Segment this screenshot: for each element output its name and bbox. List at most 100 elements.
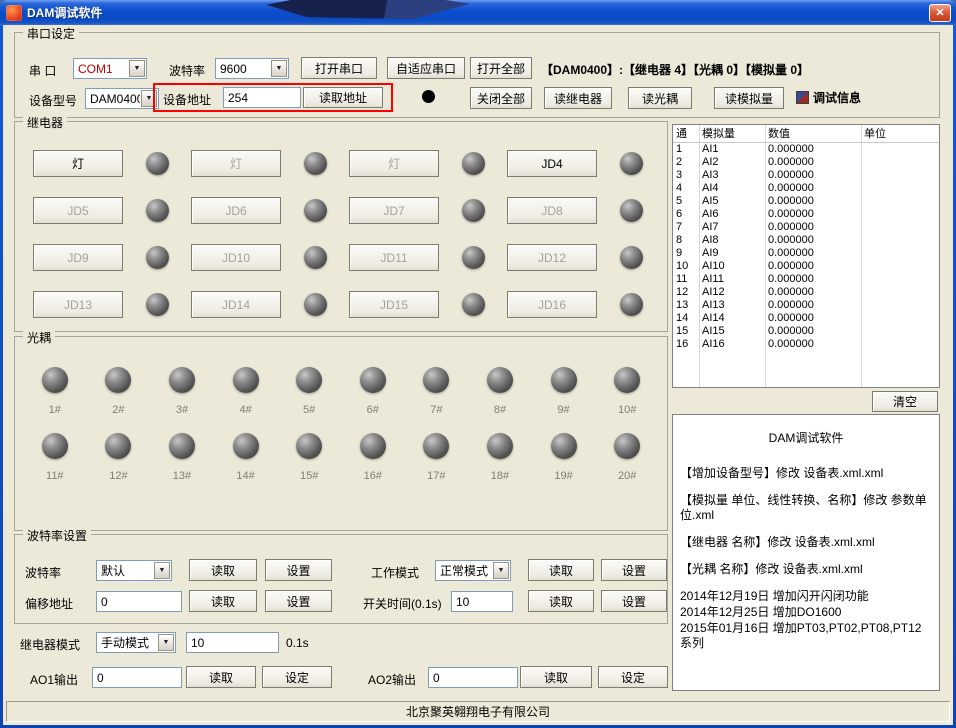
model-select[interactable]: DAM0400 ▼: [85, 88, 159, 109]
workmode-value: 正常模式: [440, 562, 488, 579]
relay-cell: JD16: [501, 281, 659, 328]
relay-led-4: [620, 152, 643, 175]
switch-time-read-button[interactable]: 读取: [528, 590, 594, 612]
offset-set-button[interactable]: 设置: [265, 590, 332, 612]
switch-time-input[interactable]: [451, 591, 513, 612]
read-relay-button[interactable]: 读继电器: [544, 87, 612, 109]
opto-label-18: 18#: [491, 470, 509, 482]
dropdown-arrow-icon[interactable]: ▼: [158, 634, 174, 651]
dropdown-arrow-icon[interactable]: ▼: [271, 60, 287, 77]
close-button[interactable]: ✕: [929, 4, 951, 22]
adaptive-serial-button[interactable]: 自适应串口: [387, 57, 465, 79]
relay-button-9[interactable]: JD9: [33, 244, 123, 271]
serial-group-title: 串口设定: [23, 25, 79, 42]
relay-button-10[interactable]: JD10: [191, 244, 281, 271]
opto-label-8: 8#: [494, 404, 506, 416]
opto-label-7: 7#: [430, 404, 442, 416]
relay-button-12[interactable]: JD12: [507, 244, 597, 271]
com-port-value: COM1: [78, 62, 113, 76]
opto-label-14: 14#: [236, 470, 254, 482]
baud-select[interactable]: 9600 ▼: [215, 58, 289, 79]
relay-button-5[interactable]: JD5: [33, 197, 123, 224]
open-serial-button[interactable]: 打开串口: [301, 57, 377, 79]
opto-cell: 10#: [595, 367, 659, 416]
read-opto-button[interactable]: 读光耦: [628, 87, 692, 109]
ao2-read-button[interactable]: 读取: [520, 666, 592, 688]
device-address-input[interactable]: [223, 87, 301, 108]
baud-settings-title: 波特率设置: [23, 527, 91, 544]
ao2-input[interactable]: [428, 667, 518, 688]
clear-button[interactable]: 清空: [872, 391, 938, 412]
ao1-set-button[interactable]: 设定: [262, 666, 332, 688]
relay-button-11[interactable]: JD11: [349, 244, 439, 271]
relay-led-16: [620, 293, 643, 316]
relay-time-input[interactable]: [186, 632, 279, 653]
relay-led-13: [146, 293, 169, 316]
opto-cell: 19#: [532, 433, 596, 482]
analog-table-body: 1AI10.0000002AI20.0000003AI30.0000004AI4…: [673, 142, 939, 351]
com-port-select[interactable]: COM1 ▼: [73, 58, 147, 79]
read-address-button[interactable]: 读取地址: [303, 87, 383, 108]
close-all-button[interactable]: 关闭全部: [470, 87, 532, 109]
analog-row: 12AI120.000000: [673, 286, 939, 299]
opto-led-19: [551, 433, 577, 459]
opto-cell: 1#: [23, 367, 87, 416]
debug-info-button[interactable]: 调试信息: [796, 89, 861, 106]
relay-led-10: [304, 246, 327, 269]
titlebar[interactable]: DAM调试软件 ✕: [0, 0, 956, 25]
offset-read-button[interactable]: 读取: [189, 590, 257, 612]
relay-cell: JD13: [27, 281, 185, 328]
workmode-set-button[interactable]: 设置: [601, 559, 667, 581]
relay-button-7[interactable]: JD7: [349, 197, 439, 224]
relay-group: 继电器 灯灯灯JD4JD5JD6JD7JD8JD9JD10JD11JD12JD1…: [14, 121, 668, 332]
relay-cell: JD12: [501, 234, 659, 281]
analog-row: 14AI140.000000: [673, 312, 939, 325]
relay-button-13[interactable]: JD13: [33, 291, 123, 318]
relay-button-1[interactable]: 灯: [33, 150, 123, 177]
switch-time-set-button[interactable]: 设置: [601, 590, 667, 612]
open-all-button[interactable]: 打开全部: [470, 57, 532, 79]
ao1-input[interactable]: [92, 667, 182, 688]
relay-cell: JD14: [185, 281, 343, 328]
opto-label-1: 1#: [49, 404, 61, 416]
baud-read-button[interactable]: 读取: [189, 559, 257, 581]
relay-mode-select[interactable]: 手动模式 ▼: [96, 632, 176, 653]
info-log: 2015年01月16日 增加PT03,PT02,PT08,PT12系列: [680, 621, 932, 651]
opto-label-4: 4#: [239, 404, 251, 416]
baud-set-button[interactable]: 设置: [265, 559, 332, 581]
baud-cfg-label: 波特率: [25, 564, 61, 581]
opto-led-14: [233, 433, 259, 459]
opto-led-9: [551, 367, 577, 393]
opto-led-15: [296, 433, 322, 459]
relay-button-2[interactable]: 灯: [191, 150, 281, 177]
opto-label-10: 10#: [618, 404, 636, 416]
address-highlight-box: 设备地址 读取地址: [153, 83, 393, 112]
dropdown-arrow-icon[interactable]: ▼: [129, 60, 145, 77]
relay-button-4[interactable]: JD4: [507, 150, 597, 177]
opto-label-20: 20#: [618, 470, 636, 482]
info-log: 2014年12月25日 增加DO1600: [680, 605, 932, 620]
workmode-select[interactable]: 正常模式 ▼: [435, 560, 511, 581]
dropdown-arrow-icon[interactable]: ▼: [154, 562, 170, 579]
relay-button-3[interactable]: 灯: [349, 150, 439, 177]
device-address-label: 设备地址: [163, 91, 211, 108]
offset-input[interactable]: [96, 591, 182, 612]
opto-led-10: [614, 367, 640, 393]
baud-cfg-select[interactable]: 默认 ▼: [96, 560, 172, 581]
opto-cell: 15#: [277, 433, 341, 482]
opto-led-12: [105, 433, 131, 459]
read-analog-button[interactable]: 读模拟量: [714, 87, 784, 109]
relay-button-14[interactable]: JD14: [191, 291, 281, 318]
relay-led-3: [462, 152, 485, 175]
dropdown-arrow-icon[interactable]: ▼: [493, 562, 509, 579]
relay-cell: JD8: [501, 187, 659, 234]
ao1-read-button[interactable]: 读取: [186, 666, 256, 688]
relay-button-8[interactable]: JD8: [507, 197, 597, 224]
analog-row: 7AI70.000000: [673, 221, 939, 234]
opto-cell: 18#: [468, 433, 532, 482]
ao2-set-button[interactable]: 设定: [598, 666, 668, 688]
relay-button-16[interactable]: JD16: [507, 291, 597, 318]
workmode-read-button[interactable]: 读取: [528, 559, 594, 581]
relay-button-15[interactable]: JD15: [349, 291, 439, 318]
relay-button-6[interactable]: JD6: [191, 197, 281, 224]
